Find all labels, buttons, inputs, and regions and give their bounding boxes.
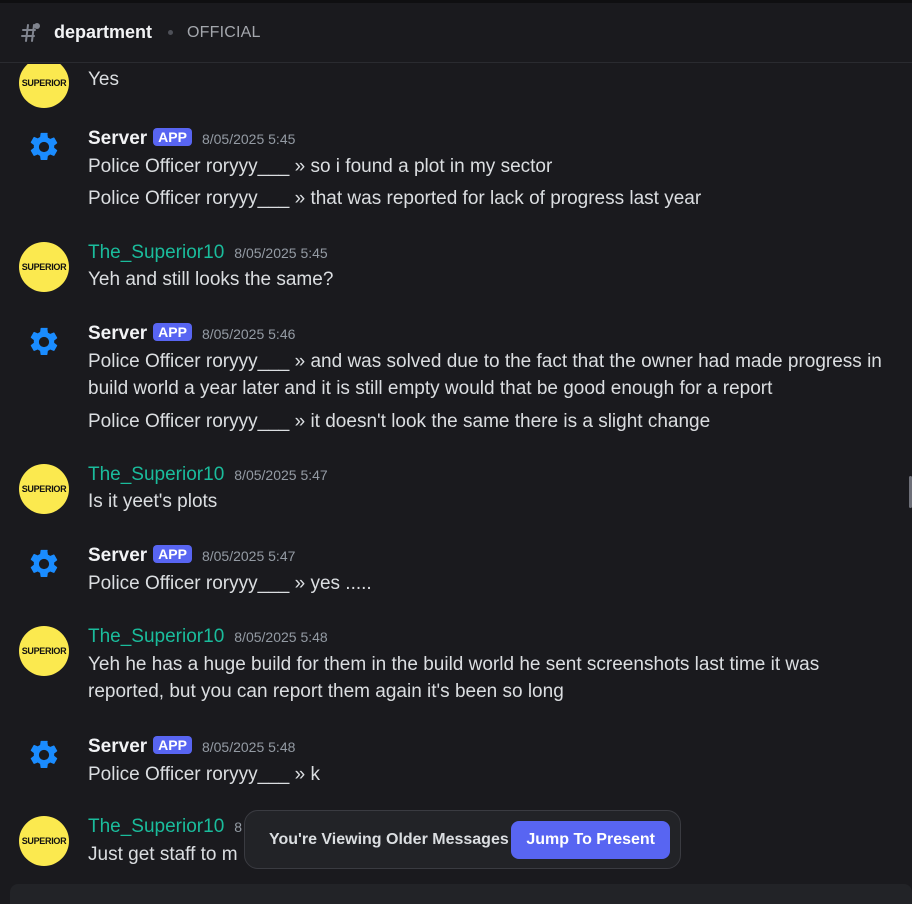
gear-icon[interactable] (27, 130, 61, 164)
channel-topic[interactable]: OFFICIAL (187, 24, 261, 42)
timestamp[interactable]: 8/05/2025 5:48 (234, 629, 327, 645)
message-text: Is it yeet's plots (88, 491, 218, 512)
message-header: The_Superior10 8 (88, 816, 242, 838)
text-channel-hash-icon (21, 22, 40, 42)
timestamp[interactable]: 8/05/2025 5:47 (202, 548, 295, 564)
gear-icon[interactable] (27, 325, 61, 359)
gear-icon[interactable] (27, 547, 61, 581)
user-avatar[interactable]: SUPERIOR (19, 464, 69, 514)
timestamp[interactable]: 8 (234, 819, 242, 835)
message-header: The_Superior10 8/05/2025 5:47 (88, 464, 328, 486)
timestamp[interactable]: 8/05/2025 5:48 (202, 739, 295, 755)
user-avatar[interactable]: SUPERIOR (19, 816, 69, 866)
message-header: Server APP 8/05/2025 5:45 (88, 128, 295, 150)
timestamp[interactable]: 8/05/2025 5:46 (202, 326, 295, 342)
message-text: Police Officer roryyy___ » and was solve… (88, 351, 882, 399)
message-text: Yeh and still looks the same? (88, 269, 334, 290)
timestamp[interactable]: 8/05/2025 5:45 (234, 245, 327, 261)
header-divider-dot (168, 30, 174, 35)
older-messages-bar: You're Viewing Older Messages Jump To Pr… (244, 810, 681, 869)
app-badge: APP (153, 736, 192, 754)
channel-header: department OFFICIAL (0, 3, 912, 63)
message-text: Police Officer roryyy___ » yes ..... (88, 573, 372, 594)
message-header: Server APP 8/05/2025 5:47 (88, 545, 295, 567)
user-avatar[interactable]: SUPERIOR (19, 242, 69, 292)
message-header: Server APP 8/05/2025 5:48 (88, 736, 295, 758)
message-text: Yeh he has a huge build for them in the … (88, 654, 820, 702)
username[interactable]: Server (88, 128, 147, 150)
channel-name: department (54, 22, 153, 42)
username[interactable]: Server (88, 323, 147, 345)
timestamp[interactable]: 8/05/2025 5:45 (202, 131, 295, 147)
message-header: The_Superior10 8/05/2025 5:48 (88, 626, 328, 648)
username[interactable]: The_Superior10 (88, 464, 224, 486)
user-avatar[interactable]: SUPERIOR (19, 626, 69, 676)
message-text: Yes (88, 69, 119, 90)
message-composer[interactable] (10, 884, 912, 904)
older-messages-label: You're Viewing Older Messages (269, 830, 509, 848)
username[interactable]: The_Superior10 (88, 626, 224, 648)
message-text: Police Officer roryyy___ » k (88, 764, 320, 785)
app-badge: APP (153, 545, 192, 563)
user-avatar[interactable]: SUPERIOR (19, 64, 69, 108)
message-text: Police Officer roryyy___ » so i found a … (88, 156, 553, 177)
message-text: Police Officer roryyy___ » that was repo… (88, 188, 702, 209)
jump-to-present-button[interactable]: Jump To Present (511, 821, 670, 859)
message-header: The_Superior10 8/05/2025 5:45 (88, 242, 328, 264)
username[interactable]: The_Superior10 (88, 242, 224, 264)
timestamp[interactable]: 8/05/2025 5:47 (234, 467, 327, 483)
username[interactable]: Server (88, 736, 147, 758)
app-badge: APP (153, 128, 192, 146)
message-text: Police Officer roryyy___ » it doesn't lo… (88, 411, 711, 432)
username[interactable]: Server (88, 545, 147, 567)
message-list[interactable]: SUPERIOR Yes Server APP 8/05/2025 5:45 P… (0, 64, 912, 898)
app-badge: APP (153, 323, 192, 341)
username[interactable]: The_Superior10 (88, 816, 224, 838)
gear-icon[interactable] (27, 738, 61, 772)
message-header: Server APP 8/05/2025 5:46 (88, 323, 295, 345)
